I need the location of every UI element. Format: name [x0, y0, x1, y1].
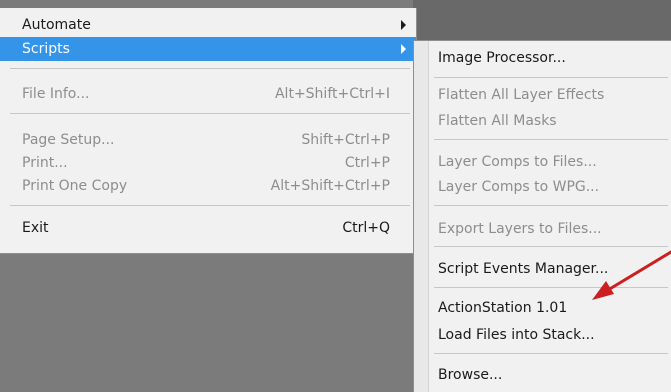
menu-item-label: Print One Copy	[22, 178, 128, 194]
menu-item-automate[interactable]: Automate	[0, 13, 416, 37]
menu-item-scripts[interactable]: Scripts	[0, 37, 416, 61]
menu-item-label: Layer Comps to Files...	[438, 154, 597, 170]
menu-item-label: Print...	[22, 155, 68, 171]
menu-item-actionstation[interactable]: ActionStation 1.01	[429, 296, 671, 320]
menu-item-load-files-into-stack[interactable]: Load Files into Stack...	[429, 323, 671, 347]
menu-item-flatten-all-masks[interactable]: Flatten All Masks	[429, 109, 671, 133]
menu-item-exit[interactable]: Exit Ctrl+Q	[0, 216, 416, 240]
menu-separator	[434, 205, 668, 206]
file-menu: Automate Scripts File Info... Alt+Shift+…	[0, 8, 417, 254]
menu-separator	[10, 68, 410, 69]
menu-item-label: Flatten All Layer Effects	[438, 87, 605, 103]
menu-item-print[interactable]: Print... Ctrl+P	[0, 151, 416, 175]
menu-item-shortcut: Shift+Ctrl+P	[301, 132, 390, 148]
menu-item-shortcut: Alt+Shift+Ctrl+P	[270, 178, 390, 194]
submenu-arrow-icon	[401, 20, 406, 30]
scripts-submenu: Image Processor... Flatten All Layer Eff…	[413, 40, 671, 392]
menu-separator	[434, 246, 668, 247]
menu-item-image-processor[interactable]: Image Processor...	[429, 46, 671, 70]
submenu-arrow-icon	[401, 44, 406, 54]
menu-item-flatten-all-layer-effects[interactable]: Flatten All Layer Effects	[429, 83, 671, 107]
menu-item-layer-comps-to-files[interactable]: Layer Comps to Files...	[429, 150, 671, 174]
menu-item-label: Image Processor...	[438, 50, 566, 66]
menu-separator	[434, 353, 668, 354]
menu-item-label: Export Layers to Files...	[438, 221, 602, 237]
menu-gutter	[414, 41, 429, 392]
menu-item-label: Script Events Manager...	[438, 261, 609, 277]
menu-item-export-layers-to-files[interactable]: Export Layers to Files...	[429, 217, 671, 241]
menu-item-label: Automate	[22, 17, 91, 33]
menu-separator	[10, 113, 410, 114]
menu-item-script-events-manager[interactable]: Script Events Manager...	[429, 257, 671, 281]
menu-separator	[434, 139, 668, 140]
menu-item-layer-comps-to-wpg[interactable]: Layer Comps to WPG...	[429, 175, 671, 199]
menu-item-shortcut: Ctrl+Q	[342, 220, 390, 236]
menu-item-label: Flatten All Masks	[438, 113, 557, 129]
menu-item-label: Page Setup...	[22, 132, 115, 148]
menu-item-label: Scripts	[22, 41, 70, 57]
menu-item-shortcut: Alt+Shift+Ctrl+I	[274, 86, 390, 102]
menu-item-label: Layer Comps to WPG...	[438, 179, 600, 195]
menu-item-label: Load Files into Stack...	[438, 327, 595, 343]
background-panel	[413, 0, 671, 40]
menu-item-label: ActionStation 1.01	[438, 300, 568, 316]
menu-separator	[10, 205, 410, 206]
menu-item-label: Exit	[22, 220, 49, 236]
menu-item-shortcut: Ctrl+P	[344, 155, 390, 171]
menu-item-print-one-copy[interactable]: Print One Copy Alt+Shift+Ctrl+P	[0, 174, 416, 198]
menu-item-label: File Info...	[22, 86, 90, 102]
menu-item-page-setup[interactable]: Page Setup... Shift+Ctrl+P	[0, 128, 416, 152]
menu-item-browse[interactable]: Browse...	[429, 363, 671, 387]
menu-item-label: Browse...	[438, 367, 503, 383]
menu-separator	[434, 77, 668, 78]
menu-separator	[434, 287, 668, 288]
menu-item-file-info[interactable]: File Info... Alt+Shift+Ctrl+I	[0, 82, 416, 106]
